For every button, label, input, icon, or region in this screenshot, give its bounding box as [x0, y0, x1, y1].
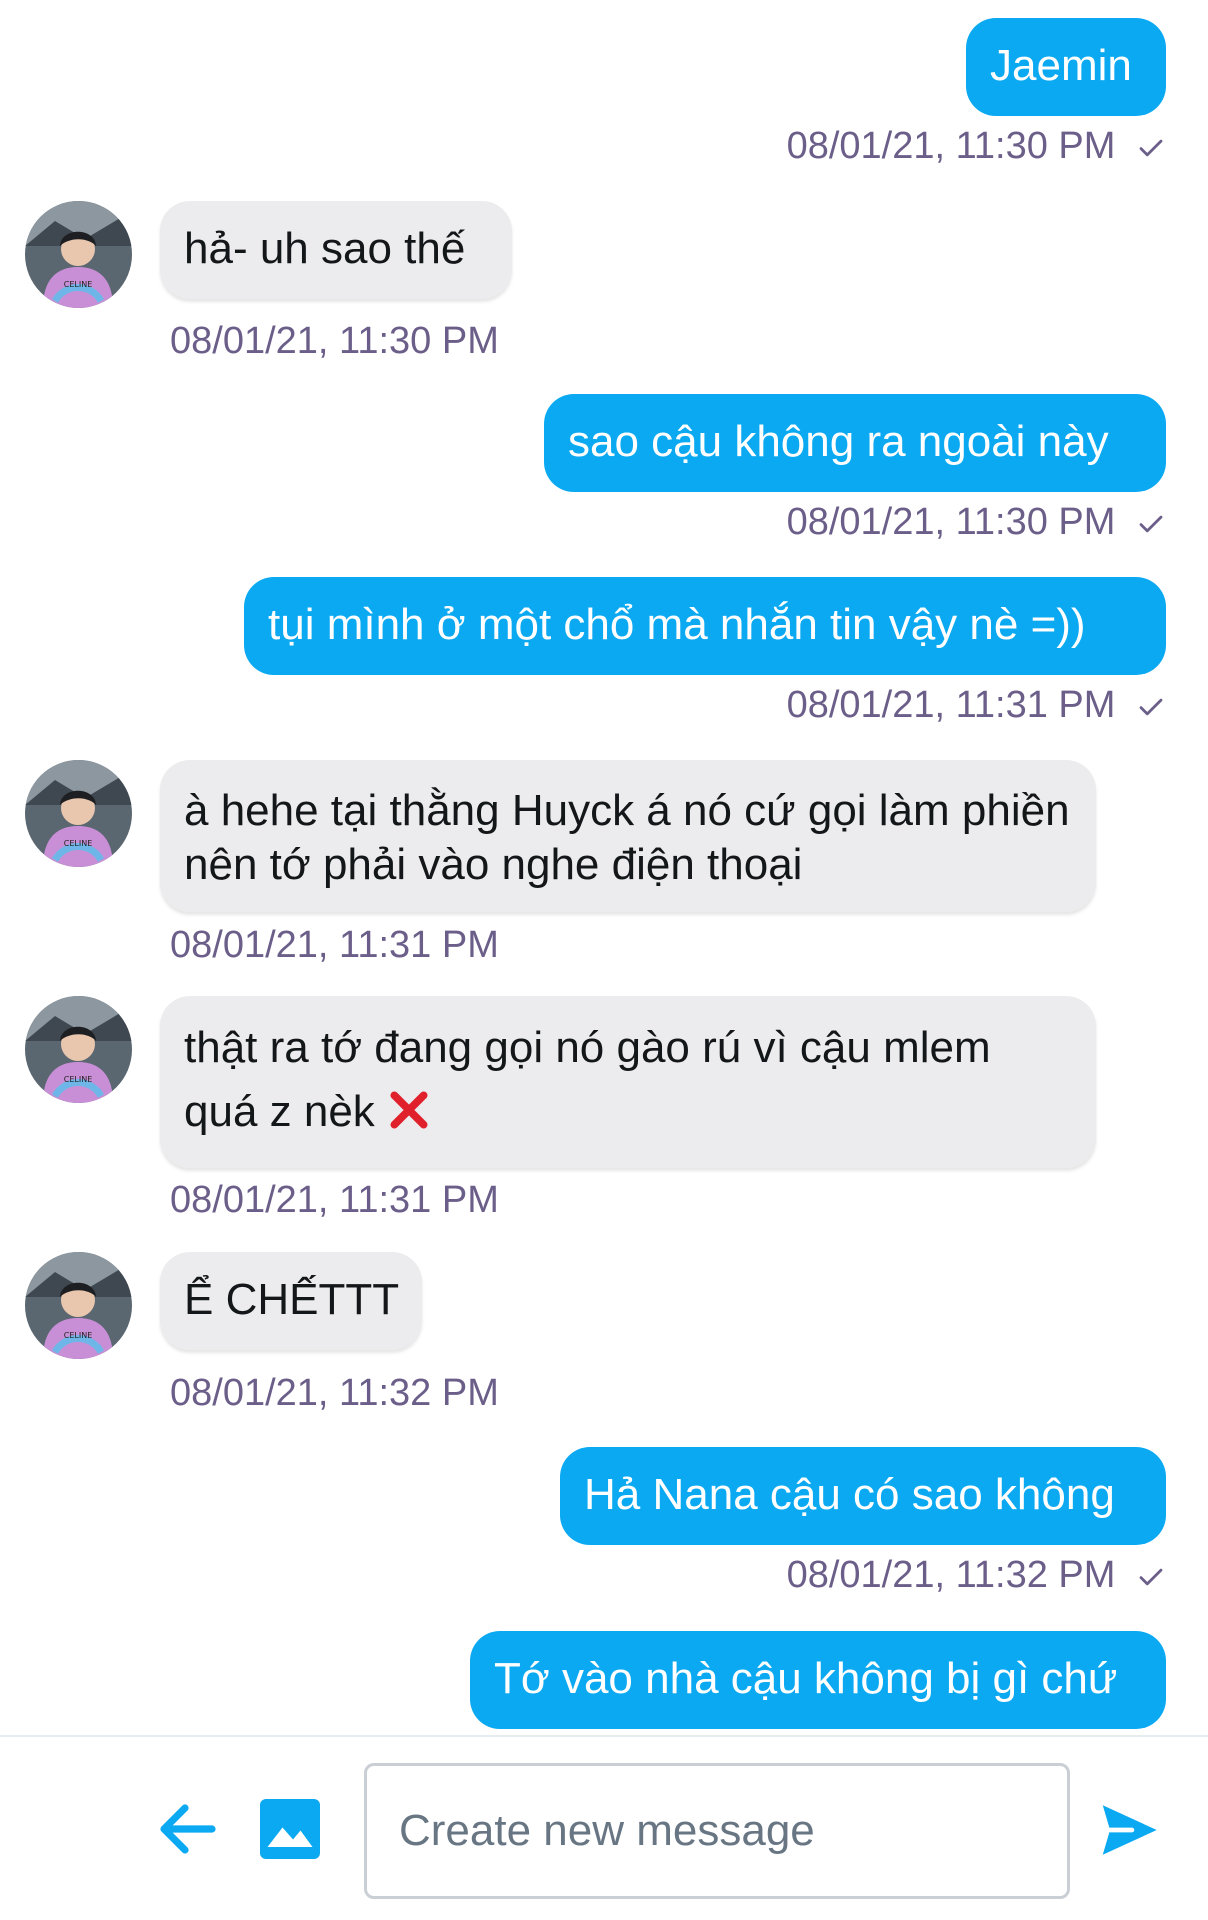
add-media-button[interactable] — [254, 1793, 326, 1865]
message-bubble-outgoing[interactable]: sao cậu không ra ngoài này — [544, 394, 1166, 492]
message-bubble-outgoing[interactable]: Jaemin — [966, 18, 1166, 116]
message-text: Ể CHẾTTT — [184, 1275, 400, 1324]
send-button[interactable] — [1094, 1795, 1164, 1865]
message-timestamp: 08/01/21, 11:30 PM — [787, 500, 1166, 544]
message-bubble-incoming[interactable]: Ể CHẾTTT — [160, 1252, 422, 1350]
image-icon — [260, 1799, 320, 1859]
message-composer — [0, 1735, 1208, 1920]
svg-text:CELINE: CELINE — [64, 1331, 93, 1340]
message-input-container — [364, 1763, 1070, 1899]
avatar[interactable]: CELINE — [25, 1252, 132, 1359]
svg-text:CELINE: CELINE — [64, 839, 93, 848]
arrow-left-icon — [160, 1804, 216, 1854]
svg-text:CELINE: CELINE — [64, 280, 93, 289]
message-text: tụi mình ở một chổ mà nhắn tin vậy nè =)… — [268, 600, 1086, 649]
read-check-icon — [1139, 139, 1163, 157]
message-text: à hehe tại thằng Huyck á nó cứ gọi làm p… — [184, 786, 1070, 889]
message-bubble-incoming[interactable]: hả- uh sao thế — [160, 201, 512, 299]
message-bubble-incoming[interactable]: à hehe tại thằng Huyck á nó cứ gọi làm p… — [160, 760, 1096, 912]
read-check-icon — [1139, 515, 1163, 533]
avatar[interactable]: CELINE — [25, 996, 132, 1103]
message-bubble-outgoing[interactable]: Hả Nana cậu có sao không — [560, 1447, 1166, 1545]
avatar[interactable]: CELINE — [25, 201, 132, 308]
read-check-icon — [1139, 1568, 1163, 1586]
message-bubble-outgoing[interactable]: tụi mình ở một chổ mà nhắn tin vậy nè =)… — [244, 577, 1166, 675]
svg-text:CELINE: CELINE — [64, 1075, 93, 1084]
message-timestamp: 08/01/21, 11:31 PM — [787, 683, 1166, 727]
message-input[interactable] — [367, 1766, 1067, 1896]
message-timestamp: 08/01/21, 11:30 PM — [787, 124, 1166, 168]
back-button[interactable] — [152, 1793, 224, 1865]
message-bubble-outgoing[interactable]: Tớ vào nhà cậu không bị gì chứ — [470, 1631, 1166, 1729]
avatar-image: CELINE — [25, 201, 132, 308]
message-text: thật ra tớ đang gọi nó gào rú vì cậu mle… — [184, 1023, 991, 1136]
message-text: Tớ vào nhà cậu không bị gì chứ — [494, 1654, 1118, 1703]
message-timestamp: 08/01/21, 11:32 PM — [787, 1553, 1166, 1597]
read-check-icon — [1139, 698, 1163, 716]
send-icon — [1102, 1805, 1157, 1855]
avatar-image: CELINE — [25, 760, 132, 867]
message-text: Jaemin — [990, 41, 1132, 90]
message-timestamp: 08/01/21, 11:31 PM — [170, 924, 499, 966]
message-text: Hả Nana cậu có sao không — [584, 1470, 1115, 1519]
message-text: sao cậu không ra ngoài này — [568, 417, 1109, 466]
avatar[interactable]: CELINE — [25, 760, 132, 867]
cross-mark-emoji-icon — [390, 1091, 428, 1129]
message-text: hả- uh sao thế — [184, 224, 466, 273]
avatar-image: CELINE — [25, 996, 132, 1103]
avatar-image: CELINE — [25, 1252, 132, 1359]
message-timestamp: 08/01/21, 11:31 PM — [170, 1179, 499, 1221]
message-timestamp: 08/01/21, 11:30 PM — [170, 320, 499, 362]
message-bubble-incoming[interactable]: thật ra tớ đang gọi nó gào rú vì cậu mle… — [160, 996, 1096, 1168]
message-timestamp: 08/01/21, 11:32 PM — [170, 1372, 499, 1414]
conversation-thread: Jaemin 08/01/21, 11:30 PM CELINE hả- uh … — [0, 0, 1208, 1735]
